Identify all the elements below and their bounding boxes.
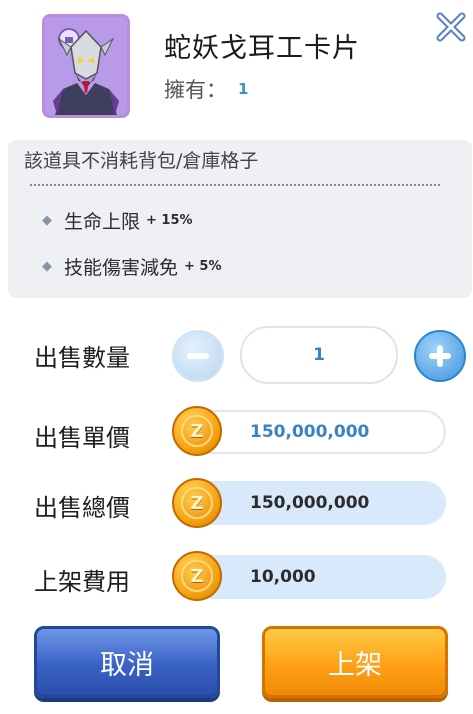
card-portrait-icon bbox=[42, 14, 130, 118]
decrease-quantity-button[interactable] bbox=[172, 330, 224, 382]
total-price-value: 150,000,000 bbox=[210, 481, 446, 525]
zeny-coin-icon: Z bbox=[172, 478, 222, 528]
owned-label: 擁有： bbox=[164, 78, 227, 102]
list-item-button[interactable]: 上架 bbox=[262, 626, 448, 698]
zeny-coin-icon: Z bbox=[172, 551, 222, 601]
stat-name: 技能傷害減免 bbox=[64, 256, 179, 279]
diamond-bullet-icon: ◆ bbox=[42, 258, 52, 274]
item-title: 蛇妖戈耳工卡片 bbox=[164, 33, 360, 64]
unit-price-input[interactable]: 150,000,000 bbox=[210, 410, 446, 454]
increase-quantity-button[interactable] bbox=[414, 330, 466, 382]
plus-icon bbox=[429, 345, 451, 367]
stat-row-skill-dmg: ◆ 技能傷害減免 + 5% bbox=[42, 252, 222, 280]
minus-icon bbox=[187, 345, 209, 367]
stat-name: 生命上限 bbox=[64, 210, 141, 233]
total-price-label: 出售總價 bbox=[34, 494, 130, 522]
quantity-input[interactable]: 1 bbox=[240, 326, 398, 384]
listing-fee-value: 10,000 bbox=[210, 555, 446, 599]
close-button[interactable] bbox=[434, 10, 468, 44]
listing-fee-label: 上架費用 bbox=[34, 568, 130, 596]
close-icon bbox=[436, 12, 466, 42]
quantity-label: 出售數量 bbox=[34, 344, 130, 372]
stat-value: + 15% bbox=[146, 212, 193, 228]
stat-value: + 5% bbox=[184, 258, 222, 274]
unit-price-label: 出售單價 bbox=[34, 424, 130, 452]
diamond-bullet-icon: ◆ bbox=[42, 212, 52, 228]
storage-note: 該道具不消耗背包/倉庫格子 bbox=[24, 150, 259, 172]
sell-dialog: 蛇妖戈耳工卡片 擁有： 1 該道具不消耗背包/倉庫格子 ◆ 生命上限 + 15%… bbox=[0, 0, 473, 714]
owned-count: 1 bbox=[238, 80, 249, 98]
stat-row-hp: ◆ 生命上限 + 15% bbox=[42, 206, 193, 234]
cancel-button[interactable]: 取消 bbox=[34, 626, 220, 698]
divider bbox=[30, 184, 440, 186]
zeny-coin-icon: Z bbox=[172, 406, 222, 456]
